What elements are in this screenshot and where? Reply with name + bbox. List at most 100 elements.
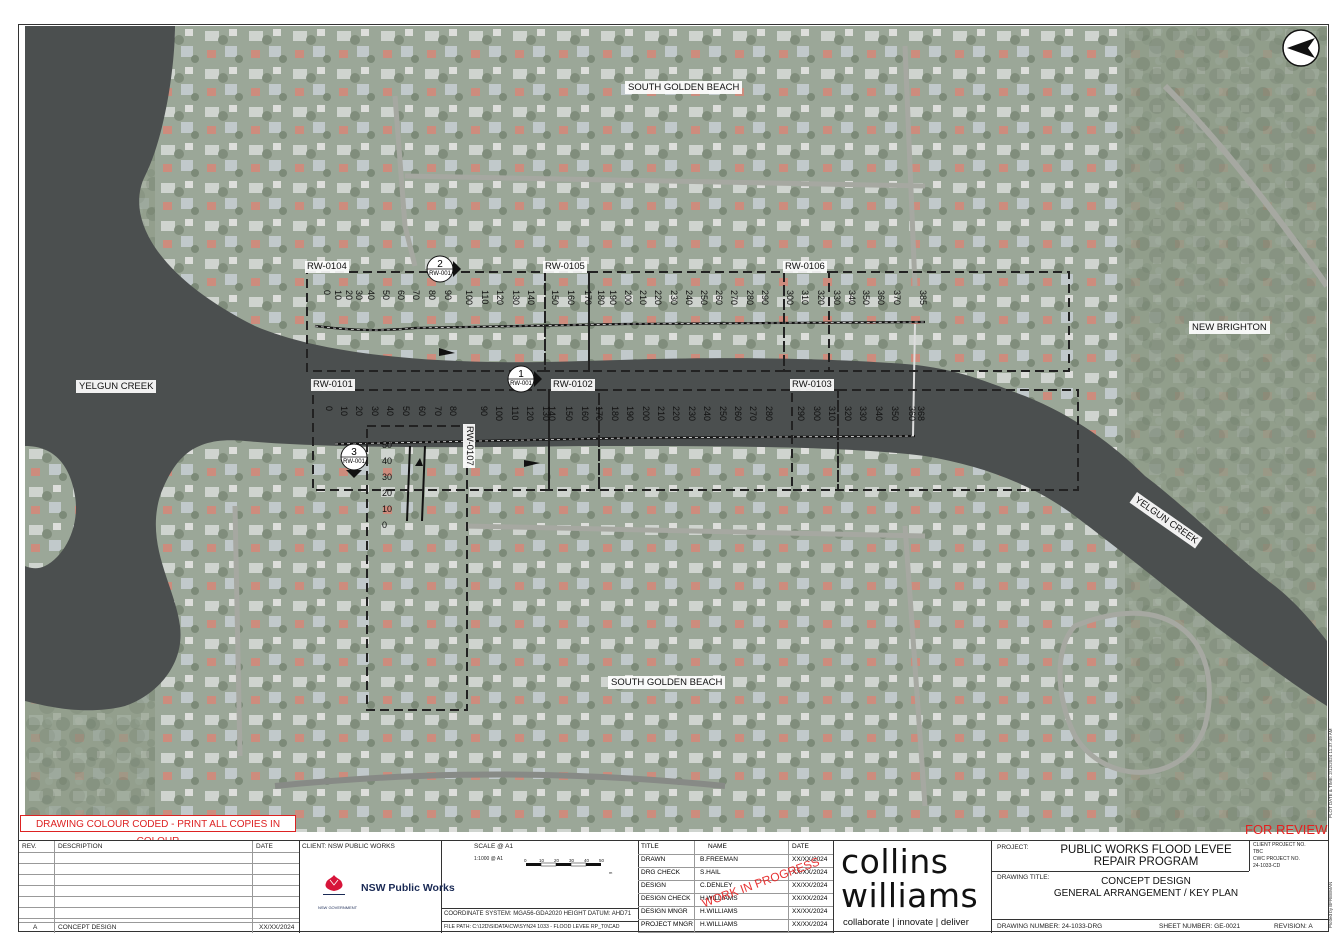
upper-chainage-label: 250	[699, 290, 709, 306]
signature-title: DRG CHECK	[641, 869, 681, 876]
upper-chainage-label: 350	[861, 290, 871, 306]
upper-chainage-label: 120	[495, 290, 505, 306]
revision-number: REVISION: A	[1274, 923, 1313, 930]
client-project-no-label: CLIENT PROJECT NO.	[1253, 842, 1306, 848]
upper-chainage-label: 230	[669, 290, 679, 306]
spur-chainage-label: 50	[382, 440, 393, 450]
upper-chainage-label: 110	[480, 290, 490, 305]
lower-chainage-label: 0	[324, 406, 334, 412]
callout-ref: RW-001	[429, 271, 451, 277]
sign-date-header: DATE	[792, 843, 809, 850]
signature-name: S.HAIL	[700, 869, 721, 876]
scale-unit: m	[609, 870, 613, 875]
lower-chainage-label: 120	[525, 406, 535, 422]
client-label: CLIENT: NSW PUBLIC WORKS	[302, 843, 395, 850]
upper-chainage-label: 100	[464, 290, 474, 306]
upper-chainage-label: 180	[596, 290, 606, 306]
signature-date: XX/XX/2024	[792, 895, 828, 902]
date-header: DATE	[256, 843, 273, 850]
lower-chainage-label: 200	[641, 406, 651, 422]
lower-chainage-label: 368	[916, 406, 926, 422]
drawing-number: DRAWING NUMBER: 24-1033-DRG	[997, 923, 1103, 930]
lower-chainage-label: 290	[796, 406, 806, 422]
signature-title: DRAWN	[641, 856, 666, 863]
signature-date: XX/XX/2024	[792, 921, 828, 928]
segment-label-rw0105: RW-0105	[543, 261, 587, 273]
upper-chainage-label: 300	[785, 290, 795, 306]
cw-project-no: 24-1033-CD	[1253, 863, 1281, 869]
lower-chainage-label: 320	[843, 406, 853, 422]
lower-chainage-label: 30	[370, 406, 380, 417]
upper-chainage-label: 20	[344, 290, 354, 301]
upper-chainage-label: 320	[816, 290, 826, 306]
signature-date: XX/XX/2024	[792, 908, 828, 915]
upper-chainage-label: 150	[550, 290, 560, 306]
upper-chainage-label: 50	[381, 290, 391, 301]
upper-chainage-label: 40	[366, 290, 376, 301]
lower-chainage-label: 40	[385, 406, 395, 417]
lower-chainage-label: 270	[748, 406, 758, 422]
lower-chainage-label: 80	[448, 406, 458, 417]
file-path: FILE PATH: C:\12D\SIDATA\CW\SYN24 1033 -…	[444, 924, 620, 930]
lower-chainage-label: 50	[401, 406, 411, 417]
signature-row: PROJECT MNGR H.WILLIAMS XX/XX/2024	[638, 919, 833, 933]
callout-number: 3	[351, 447, 357, 458]
spur-chainage-label: 40	[382, 456, 393, 466]
nsw-waratah-icon	[323, 875, 345, 895]
signature-name: B.FREEMAN	[700, 856, 738, 863]
upper-chainage-label: 130	[511, 290, 521, 306]
upper-chainage-label: 200	[623, 290, 633, 306]
lower-chainage-label: 20	[354, 406, 364, 417]
revision-table: REV. DESCRIPTION DATE A CONCEPT DESIGN X…	[19, 841, 300, 933]
segment-label-rw0101: RW-0101	[311, 379, 355, 391]
callout-ref: RW-001	[343, 459, 365, 465]
upper-chainage-label: 280	[745, 290, 755, 306]
sign-title-header: TITLE	[641, 843, 659, 850]
for-review-stamp: FOR REVIEW	[1245, 822, 1328, 837]
scale-tick-label: 10	[539, 858, 545, 863]
logo-tagline: collaborate | innovate | deliver	[843, 917, 969, 928]
sheet-number: SHEET NUMBER: GE-0021	[1159, 923, 1241, 930]
scale-tick-label: 30	[569, 858, 575, 863]
scale-tick-label: 20	[554, 858, 560, 863]
scale-block: SCALE @ A1 1:1000 @ A1 0 10 20 30 40 50 m COO…	[441, 841, 639, 933]
upper-chainage-label: 310	[800, 290, 810, 306]
upper-chainage-label: 0	[322, 290, 332, 296]
callout-ref: RW-001	[510, 381, 532, 387]
scale-label: SCALE @ A1	[474, 843, 514, 850]
drawing-title-2: GENERAL ARRANGEMENT / KEY PLAN	[1053, 888, 1239, 899]
project-block: PROJECT: PUBLIC WORKS FLOOD LEVEE REPAIR…	[991, 841, 1328, 933]
sign-name-header: NAME	[708, 843, 727, 850]
callout-number: 2	[437, 259, 443, 270]
lower-chainage-label: 70	[433, 406, 443, 417]
scale-tick-label: 50	[599, 858, 605, 863]
lower-chainage-label: 310	[827, 406, 837, 422]
signature-title: PROJECT MNGR	[641, 921, 693, 928]
upper-chainage-label: 90	[443, 290, 453, 301]
upper-chainage-label: 170	[583, 290, 593, 306]
scale-tick-label: 40	[584, 858, 590, 863]
lower-chainage-label: 170	[594, 406, 604, 422]
plot-date: PLOT DATE & TIME: 2/12/2024 11:37:49 AM	[1328, 728, 1333, 818]
upper-chainage-label: 140	[526, 290, 536, 306]
label-south-golden-beach-south: SOUTH GOLDEN BEACH	[608, 676, 726, 689]
cw-project-no-label: CWC PROJECT NO.	[1253, 856, 1300, 862]
segment-label-rw0104: RW-0104	[305, 261, 349, 273]
spur-chainage-label: 10	[382, 504, 393, 514]
lower-chainage-label: 150	[564, 406, 574, 422]
upper-chainage-label: 240	[684, 290, 694, 306]
lower-chainage-label: 60	[417, 406, 427, 417]
client-block: CLIENT: NSW PUBLIC WORKS NSW GOVERNMENT …	[299, 841, 455, 933]
lower-chainage-label: 230	[687, 406, 697, 422]
spur-chainage-label: 20	[382, 488, 393, 498]
scale-ratio: 1:1000 @ A1	[474, 856, 503, 862]
signature-name: H.WILLIAMS	[700, 921, 738, 928]
spur-chainage-label: 30	[382, 472, 393, 482]
segment-label-rw0107: RW-0107	[463, 424, 475, 468]
segment-label-rw0106: RW-0106	[783, 261, 827, 273]
project-name-1: PUBLIC WORKS FLOOD LEVEE	[1060, 844, 1232, 856]
signature-date: XX/XX/2024	[792, 882, 828, 889]
lower-chainage-label: 160	[580, 406, 590, 422]
upper-chainage-label: 70	[411, 290, 421, 301]
lower-chainage-label: 140	[547, 406, 557, 422]
